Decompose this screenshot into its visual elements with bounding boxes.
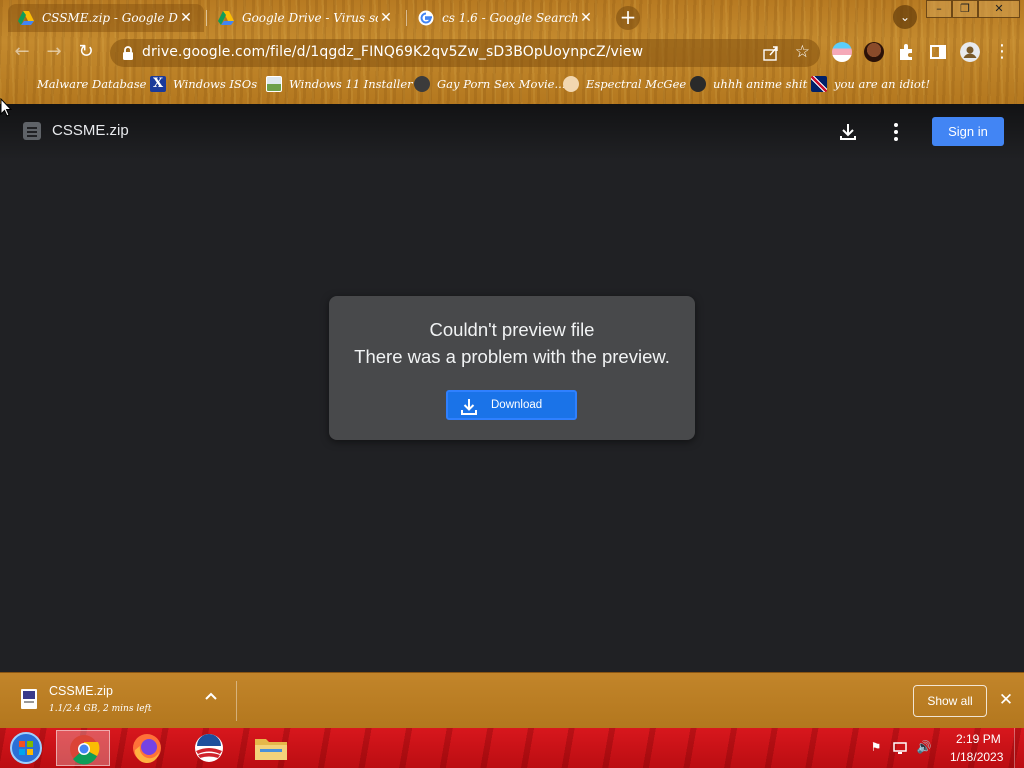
download-shelf: CSSME.zip 1.1/2.4 GB, 2 mins left Show a…	[0, 672, 1024, 728]
back-button[interactable]: ←	[10, 40, 34, 64]
firefox-icon	[133, 734, 161, 764]
drive-viewer: CSSME.zip Sign in Couldn't preview file …	[0, 104, 1024, 672]
profile-flag-icon[interactable]	[832, 42, 852, 62]
shelf-divider	[236, 681, 237, 721]
network-icon[interactable]	[892, 740, 908, 756]
new-tab-button[interactable]: +	[616, 6, 640, 30]
google-icon	[418, 10, 434, 26]
tab-google-search[interactable]: cs 1.6 - Google Search ✕	[408, 4, 604, 32]
tab-separator	[206, 10, 207, 26]
face-icon	[563, 76, 579, 92]
tab-separator	[406, 10, 407, 26]
address-bar[interactable]: drive.google.com/file/d/1qgdz_FINQ69K2qv…	[110, 39, 820, 67]
more-options-icon[interactable]	[884, 120, 908, 144]
forward-button[interactable]: →	[42, 40, 66, 64]
bookmark-site[interactable]: Gay Porn Sex Movie...	[414, 74, 565, 94]
bookmark-you-are-an-idiot[interactable]: you are an idiot!	[811, 74, 930, 94]
tab-close-icon[interactable]: ✕	[378, 10, 394, 26]
preview-error-dialog: Couldn't preview file There was a proble…	[329, 296, 695, 440]
folder-icon	[255, 739, 287, 760]
clock-time[interactable]: 2:19 PM	[956, 732, 1001, 746]
bookmark-label: Windows ISOs	[173, 77, 258, 91]
side-panel-icon[interactable]	[928, 42, 948, 62]
bookmark-label: uhhh anime shit	[713, 77, 808, 91]
logo-icon	[195, 734, 223, 762]
download-button[interactable]: Download	[446, 390, 577, 420]
download-file-name: CSSME.zip	[49, 684, 113, 698]
error-title: Couldn't preview file	[429, 319, 595, 340]
bookmark-label: Malware Database	[37, 77, 147, 91]
clock-date[interactable]: 1/18/2023	[950, 750, 1003, 764]
taskbar-file-explorer[interactable]	[244, 730, 298, 766]
folder-icon	[14, 76, 30, 92]
volume-icon[interactable]: 🔊	[916, 740, 932, 756]
tab-cssme-drive[interactable]: CSSME.zip - Google Drive ✕	[8, 4, 204, 32]
tab-search-button[interactable]: ⌄	[893, 5, 917, 29]
download-icon[interactable]	[836, 120, 860, 144]
viewer-header: CSSME.zip Sign in	[0, 104, 1024, 160]
bookmark-label: Windows 11 Installer	[289, 77, 413, 91]
flag-icon	[811, 76, 827, 92]
taskbar: ⚑ 🔊 2:19 PM 1/18/2023	[0, 728, 1024, 768]
download-button-label: Download	[491, 399, 543, 411]
download-status: 1.1/2.4 GB, 2 mins left	[49, 704, 152, 714]
file-name: CSSME.zip	[52, 122, 129, 139]
x-logo-icon: X	[150, 76, 166, 92]
restore-button[interactable]: ❐	[952, 0, 978, 18]
share-icon[interactable]	[762, 44, 780, 62]
taskbar-firefox[interactable]	[120, 730, 174, 766]
image-icon	[266, 76, 282, 92]
minimize-button[interactable]: –	[926, 0, 952, 18]
download-icon	[461, 399, 477, 415]
google-drive-icon	[218, 11, 234, 25]
site-icon	[414, 76, 430, 92]
file-icon	[23, 122, 41, 140]
tab-close-icon[interactable]: ✕	[178, 10, 194, 26]
chevron-up-icon[interactable]	[204, 691, 218, 701]
extensions-puzzle-icon[interactable]	[896, 42, 916, 62]
close-shelf-icon[interactable]: ✕	[996, 690, 1016, 710]
tab-strip: CSSME.zip - Google Drive ✕ Google Drive …	[0, 0, 1024, 34]
browser-toolbar: ← → ↻ drive.google.com/file/d/1qgdz_FINQ…	[0, 34, 1024, 70]
browser-chrome: CSSME.zip - Google Drive ✕ Google Drive …	[0, 0, 1024, 104]
start-button-icon[interactable]	[8, 731, 44, 765]
bookmark-label: Gay Porn Sex Movie...	[437, 77, 566, 91]
bookmark-label: Espectral McGee	[586, 77, 687, 91]
extension-avatar-icon[interactable]	[864, 42, 884, 62]
close-window-button[interactable]: ✕	[978, 0, 1020, 18]
bookmark-label: you are an idiot!	[834, 77, 931, 91]
bookmark-windows-11-installer[interactable]: Windows 11 Installer	[266, 74, 413, 94]
tab-close-icon[interactable]: ✕	[578, 10, 594, 26]
tab-title: Google Drive - Virus scan warning	[242, 11, 378, 25]
tab-virus-scan[interactable]: Google Drive - Virus scan warning ✕	[208, 4, 404, 32]
chrome-icon	[70, 735, 100, 765]
mouse-cursor-icon	[0, 98, 12, 117]
bookmark-windows-isos[interactable]: X Windows ISOs	[150, 74, 257, 94]
chrome-menu-icon[interactable]: ⋮	[990, 40, 1014, 64]
action-center-flag-icon[interactable]: ⚑	[868, 740, 884, 756]
reload-button[interactable]: ↻	[74, 40, 98, 64]
bookmark-espectral-mcgee[interactable]: Espectral McGee	[563, 74, 686, 94]
url-text[interactable]: drive.google.com/file/d/1qgdz_FINQ69K2qv…	[142, 44, 643, 60]
show-desktop-button[interactable]	[1014, 728, 1024, 768]
tab-title: cs 1.6 - Google Search	[442, 11, 578, 25]
show-all-button[interactable]: Show all	[913, 685, 987, 717]
google-drive-icon	[18, 11, 34, 25]
error-message: There was a problem with the preview.	[354, 346, 670, 367]
bookmark-malware-database[interactable]: Malware Database	[14, 74, 146, 94]
tab-title: CSSME.zip - Google Drive	[42, 11, 178, 25]
profile-avatar-icon[interactable]	[960, 42, 980, 62]
taskbar-app-logo[interactable]	[182, 730, 236, 766]
zip-file-icon	[21, 689, 37, 709]
bookmarks-bar: Malware Database X Windows ISOs Windows …	[0, 72, 1024, 96]
taskbar-chrome[interactable]	[56, 730, 110, 766]
bookmark-anime[interactable]: uhhh anime shit	[690, 74, 807, 94]
lock-icon	[123, 46, 133, 60]
sign-in-button[interactable]: Sign in	[932, 117, 1004, 146]
bookmark-star-icon[interactable]: ☆	[795, 42, 810, 62]
anime-icon	[690, 76, 706, 92]
